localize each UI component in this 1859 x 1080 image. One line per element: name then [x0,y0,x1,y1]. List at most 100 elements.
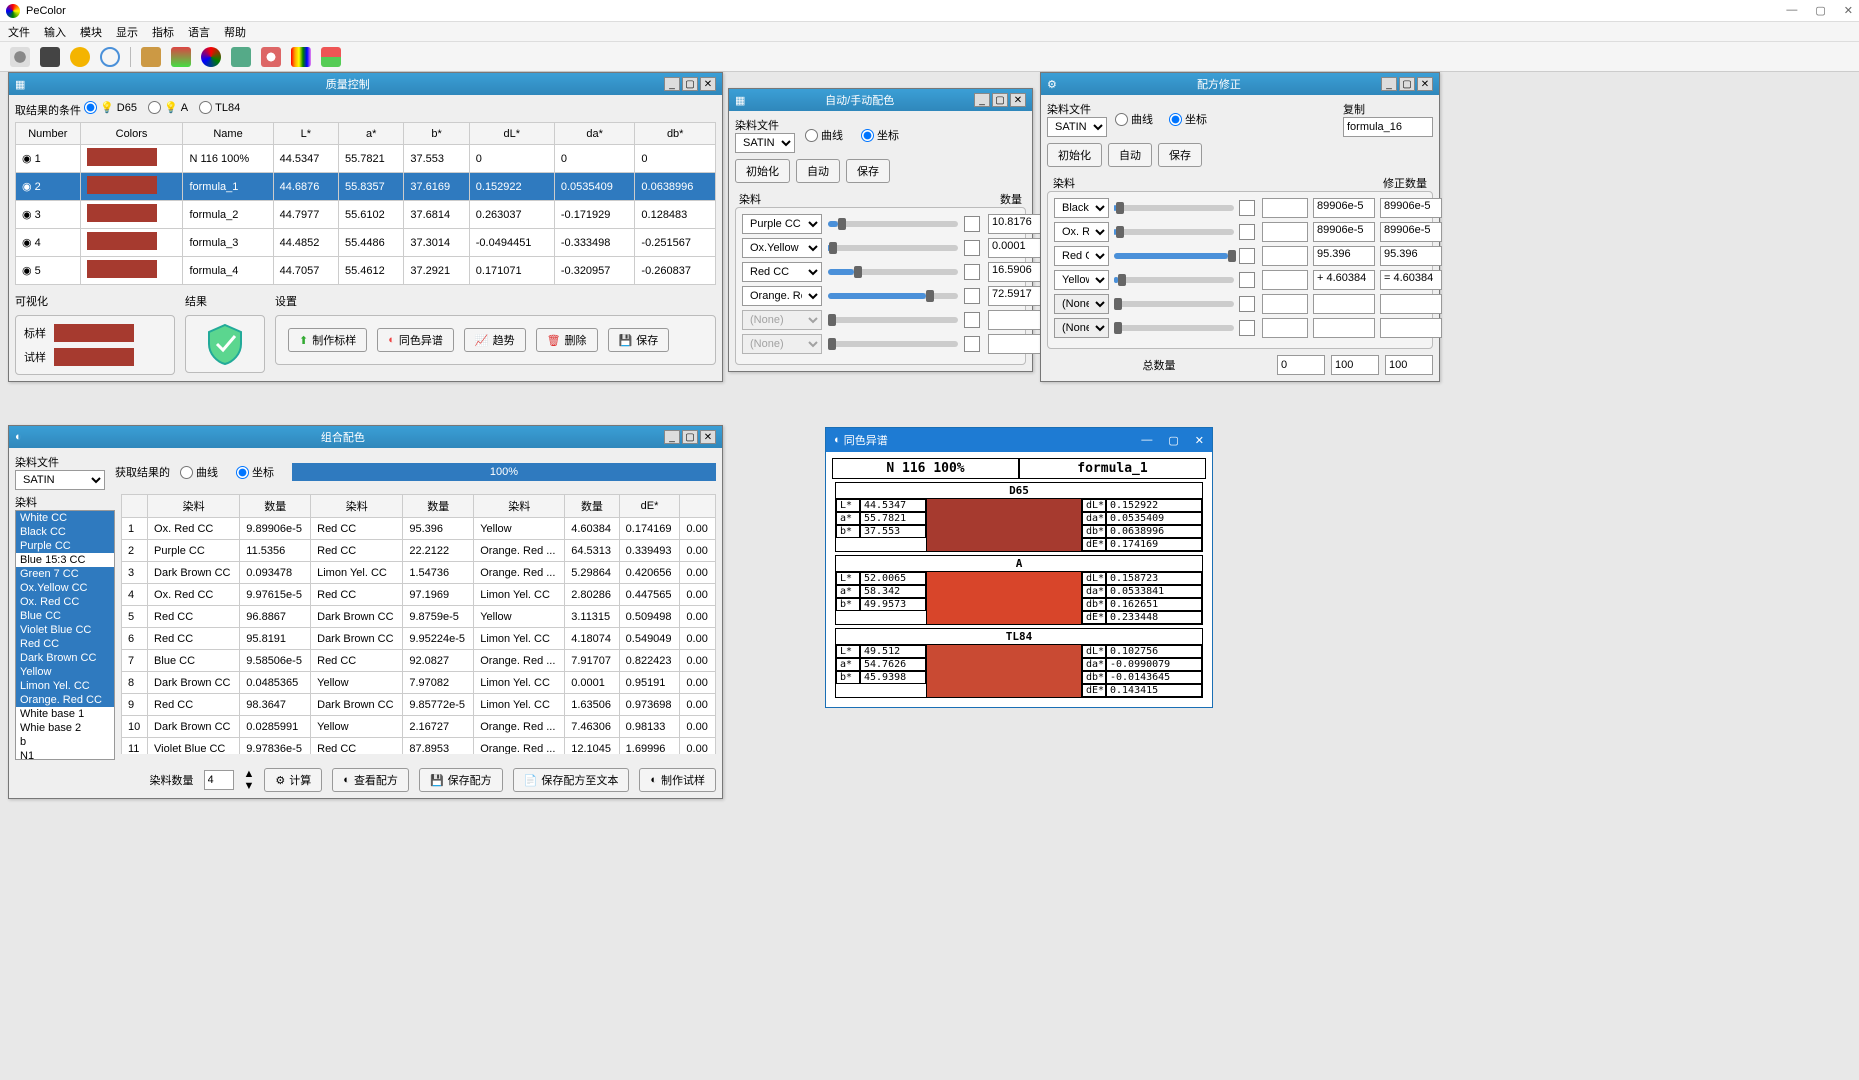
qty-value[interactable] [988,334,1048,354]
list-item[interactable]: Ox.Yellow CC [16,581,114,595]
radio-coord[interactable] [1169,113,1182,126]
color-box[interactable] [964,312,980,328]
table-row[interactable]: ◉ 5formula_444.705755.461237.29210.17107… [16,257,716,285]
dye-select[interactable]: (None) [1054,318,1109,338]
total-1[interactable] [1331,355,1379,375]
list-item[interactable]: White base 1 [16,707,114,721]
dye-select[interactable]: Red CC [742,262,822,282]
trend-button[interactable]: 📈趋势 [464,328,526,352]
radio-tl84[interactable] [199,101,212,114]
table-row[interactable]: 9Red CC98.3647Dark Brown CC9.85772e-5Lim… [122,694,716,716]
close-icon[interactable]: ✕ [700,430,716,444]
list-item[interactable]: N1 [16,749,114,760]
color-box[interactable] [1239,200,1255,216]
max-icon[interactable]: ▢ [1399,77,1415,91]
close-icon[interactable]: ✕ [1844,4,1853,17]
dye-file-select[interactable]: SATIN [15,470,105,490]
init-button[interactable]: 初始化 [1047,143,1102,167]
slider[interactable] [828,245,958,251]
v2[interactable]: 95.396 [1313,246,1375,266]
dye-select[interactable]: Purple CC [742,214,822,234]
spectrum-icon[interactable] [291,47,311,67]
list-item[interactable]: Violet Blue CC [16,623,114,637]
menu-item[interactable]: 模块 [80,24,102,40]
save-button[interactable]: 💾保存 [608,328,670,352]
metamer-button[interactable]: ◐同色异谱 [377,328,454,352]
table-row[interactable]: 5Red CC96.8867Dark Brown CC9.8759e-5Yell… [122,606,716,628]
table-row[interactable]: 6Red CC95.8191Dark Brown CC9.95224e-5Lim… [122,628,716,650]
radio-coord[interactable] [236,466,249,479]
grid-icon[interactable] [171,47,191,67]
table-row[interactable]: 1Ox. Red CC9.89906e-5Red CC95.396Yellow4… [122,518,716,540]
dye-select[interactable]: (None) [742,334,822,354]
min-icon[interactable]: — [1141,434,1152,447]
save-formula-button[interactable]: 💾 保存配方 [419,768,503,792]
v1[interactable] [1262,294,1308,314]
v1[interactable] [1262,246,1308,266]
total-0[interactable] [1277,355,1325,375]
list-item[interactable]: Black CC [16,525,114,539]
color-box[interactable] [1239,320,1255,336]
color-box[interactable] [1239,248,1255,264]
v3[interactable]: = 4.60384 [1380,270,1442,290]
menu-item[interactable]: 语言 [188,24,210,40]
max-icon[interactable]: ▢ [682,77,698,91]
color-box[interactable] [964,336,980,352]
table-row[interactable]: ◉ 1N 116 100%44.534755.782137.553000 [16,145,716,173]
color-box[interactable] [964,216,980,232]
v3[interactable] [1380,318,1442,338]
slider[interactable] [828,341,958,347]
delete-button[interactable]: 🗑删除 [536,328,598,352]
list-item[interactable]: Dark Brown CC [16,651,114,665]
pen-icon[interactable] [40,47,60,67]
v2[interactable] [1313,294,1375,314]
make-trial-button[interactable]: ◐ 制作试样 [639,768,716,792]
max-icon[interactable]: ▢ [992,93,1008,107]
gear-icon[interactable] [10,47,30,67]
v3[interactable]: 95.396 [1380,246,1442,266]
radio-curve[interactable] [805,129,818,142]
max-icon[interactable]: ▢ [682,430,698,444]
max-icon[interactable]: ▢ [1168,434,1178,447]
list-item[interactable]: Purple CC [16,539,114,553]
menu-item[interactable]: 帮助 [224,24,246,40]
v1[interactable] [1262,198,1308,218]
save-button[interactable]: 保存 [846,159,890,183]
auto-button[interactable]: 自动 [796,159,840,183]
min-icon[interactable]: _ [664,77,680,91]
calc-button[interactable]: ⚙ 计算 [264,768,322,792]
table-row[interactable]: 11Violet Blue CC9.97836e-5Red CC87.8953O… [122,738,716,755]
total-2[interactable] [1385,355,1433,375]
list-item[interactable]: Blue 15:3 CC [16,553,114,567]
copy-input[interactable] [1343,117,1433,137]
qty-value[interactable]: 0.0001 [988,238,1048,258]
close-icon[interactable]: ✕ [1010,93,1026,107]
dye-select[interactable]: (None) [742,310,822,330]
v3[interactable]: 89906e-5 [1380,222,1442,242]
target-icon[interactable] [100,47,120,67]
list-item[interactable]: White CC [16,511,114,525]
color-box[interactable] [964,240,980,256]
palette-icon[interactable] [261,47,281,67]
list-item[interactable]: Ox. Red CC [16,595,114,609]
list-item[interactable]: Red CC [16,637,114,651]
qty-value[interactable] [988,310,1048,330]
qty-value[interactable]: 16.5906 [988,262,1048,282]
init-button[interactable]: 初始化 [735,159,790,183]
table-row[interactable]: ◉ 4formula_344.485255.448637.3014-0.0494… [16,229,716,257]
qty-value[interactable]: 10.8176 [988,214,1048,234]
v2[interactable]: 89906e-5 [1313,198,1375,218]
save-button[interactable]: 保存 [1158,143,1202,167]
close-icon[interactable]: ✕ [1195,434,1204,447]
dye-file-select[interactable]: SATIN [1047,117,1107,137]
slider[interactable] [1114,205,1234,211]
combo-table[interactable]: 染料数量染料数量染料数量dE*1Ox. Red CC9.89906e-5Red … [121,494,716,754]
list-item[interactable]: Yellow [16,665,114,679]
slider[interactable] [828,269,958,275]
slider[interactable] [1114,301,1234,307]
color-box[interactable] [964,288,980,304]
close-icon[interactable]: ✕ [1417,77,1433,91]
slider[interactable] [1114,253,1234,259]
menu-item[interactable]: 输入 [44,24,66,40]
list-item[interactable]: Whie base 2 [16,721,114,735]
